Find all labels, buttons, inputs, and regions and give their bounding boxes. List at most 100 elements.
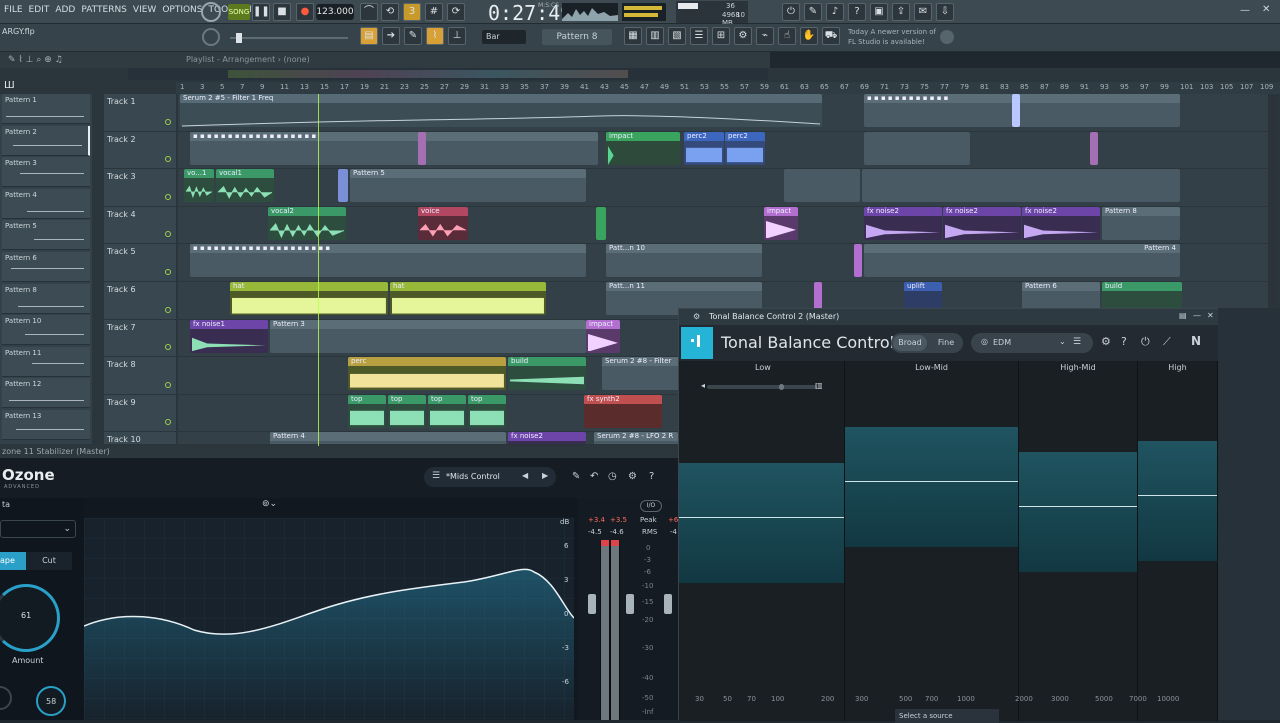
pattern-clip[interactable] (862, 169, 1180, 203)
pattern-clip[interactable] (864, 131, 970, 165)
pattern-clip[interactable]: Patt...n 10 (606, 244, 762, 278)
pattern-select[interactable]: Pattern 8 (542, 29, 612, 45)
pattern-clip[interactable]: Pattern 4 (270, 432, 506, 444)
browser-icon[interactable]: ☰ (690, 27, 708, 45)
output-fader-right[interactable] (664, 594, 672, 614)
microphone-icon[interactable]: ♪ (826, 3, 844, 21)
list-icon[interactable]: ☰ (1073, 337, 1081, 347)
news-line-2[interactable]: FL Studio is available! (848, 38, 925, 46)
pattern-clip[interactable]: ▪ ▪ ▪ ▪ ▪ ▪ ▪ ▪ ▪ ▪ ▪ ▪ ▪ ▪ ▪ ▪ ▪ ▪ (190, 131, 598, 165)
export-icon[interactable]: ⇪ (892, 3, 910, 21)
step-edit-icon[interactable]: # (425, 3, 443, 21)
update-icon[interactable] (940, 30, 954, 44)
piano-icon[interactable]: Ш (4, 80, 15, 91)
menu-file[interactable]: FILE (4, 5, 23, 15)
minimize-icon[interactable]: — (1193, 311, 1201, 320)
tab-cut[interactable]: Cut (26, 552, 72, 570)
preset-list-icon[interactable]: ☰ (432, 471, 440, 481)
tab-shape[interactable]: ape (0, 552, 26, 570)
menu-view[interactable]: VIEW (133, 5, 156, 15)
pattern-item[interactable]: Pattern 5 (2, 220, 90, 251)
knob-left[interactable] (0, 686, 12, 710)
timeline-ruler[interactable]: 1 3 5 7 9 11 13 15 17 19 21 23 25 27 29 31 33 35 37 39 41 43 4… (176, 82, 1280, 94)
save-icon[interactable]: ▣ (870, 3, 888, 21)
song-mode-toggle[interactable]: SONG (228, 4, 250, 20)
pencil-icon[interactable]: ✎ (572, 471, 580, 482)
mode-dropdown[interactable]: ⌄ (0, 520, 76, 538)
pattern-item[interactable]: Pattern 1 (2, 94, 90, 124)
track-header[interactable]: Track 2 (104, 132, 176, 170)
track-header[interactable]: Track 4 (104, 207, 176, 245)
track-mute-led[interactable] (165, 419, 171, 426)
pattern-item[interactable]: Pattern 4 (2, 188, 90, 219)
menu-options[interactable]: OPTIONS (162, 5, 202, 15)
track-header[interactable]: Track 9 (104, 395, 176, 433)
sample-clip[interactable] (1012, 94, 1020, 127)
metronome-icon[interactable]: ⌒ (360, 3, 378, 21)
top-clip[interactable]: top (388, 394, 426, 428)
amount-knob[interactable]: 61 (0, 584, 60, 652)
automation-clip[interactable]: Serum 2 #8 - Filter (602, 357, 682, 391)
plugin-db-icon[interactable]: ⊞ (712, 27, 730, 45)
plug-icon[interactable]: ⌁ (756, 27, 774, 45)
sample-clip[interactable] (854, 244, 862, 278)
track-header[interactable]: Track 7 (104, 320, 176, 358)
close-icon[interactable]: ✕ (1207, 311, 1214, 320)
link-icon[interactable]: ⟋ (1163, 335, 1171, 349)
sample-clip[interactable] (338, 169, 348, 203)
fx-noise2-clip[interactable]: fx noise2 (1022, 206, 1100, 240)
automation-clip[interactable]: Serum 2 #5 - Filter 1 Freq (180, 94, 822, 127)
playlist-overview[interactable] (128, 68, 768, 80)
tempo-display[interactable]: 123.000 (316, 4, 354, 20)
chat-icon[interactable]: ✉ (914, 3, 932, 21)
slice-tool-icon[interactable]: ⌇ (426, 27, 444, 45)
refresh-icon[interactable]: ⏻ (782, 3, 800, 21)
track-mute-led[interactable] (165, 118, 171, 125)
playlist-tool-icons[interactable]: ✎ ⌇ ⊥ ⌕ ⊕ ♫ (8, 55, 63, 65)
track-mute-led[interactable] (165, 193, 171, 200)
build-clip[interactable]: build (508, 357, 586, 391)
voice-clip[interactable]: voice (418, 206, 468, 240)
target-selector[interactable]: ◎ EDM ⌄ ☰ (971, 333, 1093, 353)
news-line-1[interactable]: Today A newer version of (848, 28, 936, 36)
track-mute-led[interactable] (165, 381, 171, 388)
sample-clip[interactable] (596, 206, 606, 240)
pattern-clip[interactable]: Pattern 8 (1102, 206, 1180, 240)
cart-icon[interactable]: ⛟ (822, 27, 840, 45)
track-mute-led[interactable] (165, 344, 171, 351)
pattern-item[interactable]: Pattern 8 (2, 283, 90, 314)
top-clip[interactable]: top (468, 394, 506, 428)
help-icon[interactable]: ? (1121, 335, 1127, 348)
stamp-icon[interactable]: ⊥ (448, 27, 466, 45)
snap-select[interactable]: Bar (482, 30, 526, 44)
track-mute-led[interactable] (165, 306, 171, 313)
track-header[interactable]: Track 5 (104, 244, 176, 282)
preset-next-icon[interactable]: ▶ (542, 471, 548, 480)
sample-clip[interactable] (1090, 131, 1098, 165)
history-icon[interactable]: ◷ (608, 471, 617, 482)
pattern-clip[interactable]: Pattern 4 (864, 244, 1180, 278)
power-icon[interactable]: ⏻ (1141, 335, 1150, 349)
playhead-marker[interactable] (318, 94, 319, 446)
view-fine[interactable]: Fine (931, 335, 961, 351)
perc2-clip[interactable]: perc2 (684, 131, 724, 165)
recording-icon[interactable] (201, 2, 221, 22)
pattern-item[interactable]: Pattern 6 (2, 252, 90, 282)
view-broad[interactable]: Broad (893, 335, 927, 351)
script-icon[interactable]: ✋ (800, 27, 818, 45)
minimize-icon[interactable]: — (1240, 5, 1250, 16)
pattern-item[interactable]: Pattern 13 (2, 410, 90, 440)
wrench-icon[interactable]: ✎ (804, 3, 822, 21)
view-toggle[interactable]: Broad Fine (891, 333, 963, 353)
output-fader-left[interactable] (626, 594, 634, 614)
sample-clip[interactable] (418, 131, 426, 165)
record-button[interactable]: ● (296, 3, 314, 21)
track-header[interactable]: Track 1 (104, 94, 176, 132)
gear-icon[interactable]: ⚙ (693, 312, 700, 321)
mixer-icon[interactable]: ▧ (668, 27, 686, 45)
touch-icon[interactable]: ☝ (778, 27, 796, 45)
pattern-item[interactable]: Pattern 12 (2, 378, 90, 409)
source-select[interactable]: Select a source (895, 709, 999, 723)
pattern-clip[interactable]: ▪ ▪ ▪ ▪ ▪ ▪ ▪ ▪ ▪ ▪ ▪ ▪ ▪ ▪ ▪ ▪ ▪ ▪ ▪ ▪ (190, 244, 586, 278)
vocal1-clip[interactable]: vo...1 (184, 169, 214, 203)
